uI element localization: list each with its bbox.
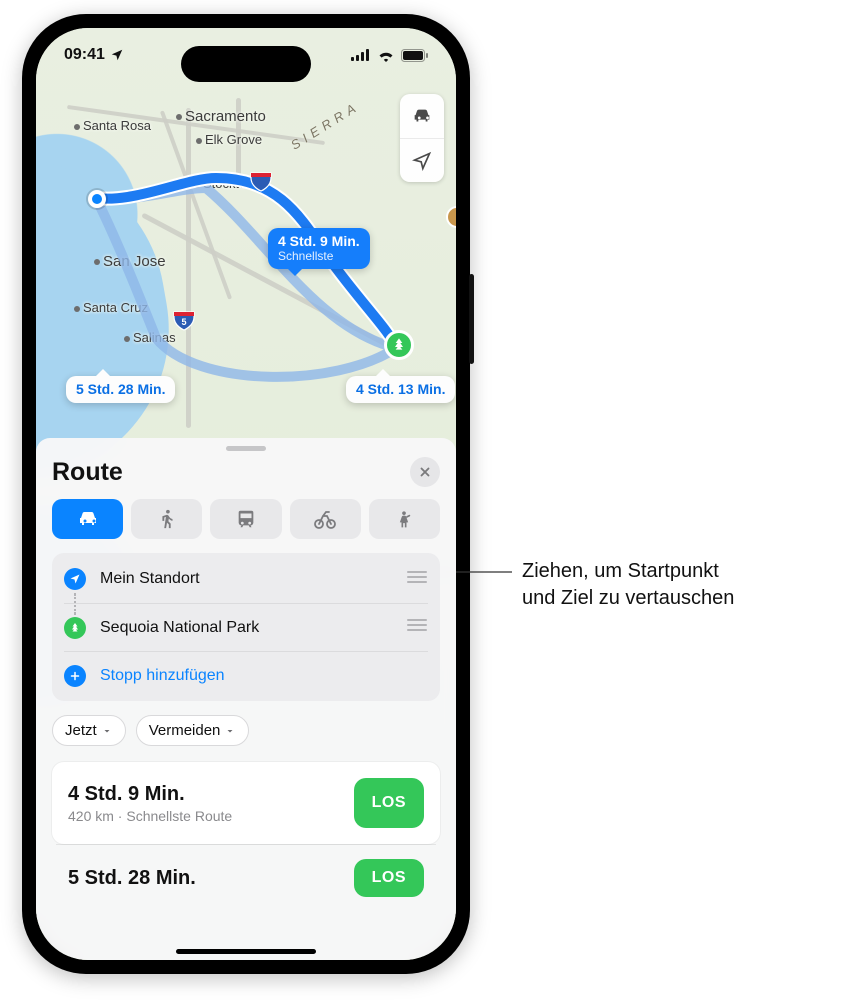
go-button[interactable]: LOS <box>354 859 424 897</box>
drag-handle-icon <box>406 570 428 584</box>
mode-transit[interactable] <box>210 499 281 539</box>
stop-destination-row[interactable]: Sequoia National Park <box>64 603 428 651</box>
route-options-row: Jetzt Vermeiden <box>52 715 440 746</box>
drag-handle-icon <box>406 618 428 632</box>
add-stop-label: Stopp hinzufügen <box>100 667 225 685</box>
svg-text:5: 5 <box>181 317 186 327</box>
route-result-1[interactable]: 4 Std. 9 Min. 420 km · Schnellste Route … <box>52 762 440 844</box>
locate-me-button[interactable] <box>400 138 444 182</box>
transit-icon <box>235 508 257 530</box>
my-location-icon <box>64 568 86 590</box>
status-time: 09:41 <box>64 46 105 64</box>
mode-walk[interactable] <box>131 499 202 539</box>
directions-sheet: Route Mein Standort <box>36 438 456 960</box>
sheet-grabber[interactable] <box>226 446 266 451</box>
route-start-marker <box>88 190 106 208</box>
transport-mode-selector <box>52 499 440 539</box>
route-tip-alt2[interactable]: 4 Std. 13 Min. <box>346 376 455 403</box>
mode-drive[interactable] <box>52 499 123 539</box>
result-meta: 420 km · Schnellste Route <box>68 808 232 824</box>
sheet-title: Route <box>52 458 123 487</box>
destination-icon <box>64 617 86 639</box>
rideshare-icon <box>394 508 414 530</box>
go-button[interactable]: LOS <box>354 778 424 828</box>
dynamic-island <box>181 46 311 82</box>
leave-now-pill[interactable]: Jetzt <box>52 715 126 746</box>
callout-text: Ziehen, um Startpunkt und Ziel zu vertau… <box>522 558 734 612</box>
chevron-down-icon <box>101 725 113 737</box>
car-icon <box>411 105 433 127</box>
close-icon <box>418 465 432 479</box>
add-stop-row[interactable]: Stopp hinzufügen <box>64 651 428 699</box>
add-stop-icon <box>64 665 86 687</box>
screen: 09:41 SIERRA Santa Rosa Sacramento Elk G… <box>36 28 456 960</box>
stop-origin-label: Mein Standort <box>100 570 200 588</box>
location-services-icon <box>110 48 124 62</box>
route-results: 4 Std. 9 Min. 420 km · Schnellste Route … <box>52 762 440 897</box>
reorder-handle-origin[interactable] <box>406 570 428 589</box>
avoid-pill[interactable]: Vermeiden <box>136 715 250 746</box>
stop-destination-label: Sequoia National Park <box>100 619 259 637</box>
location-arrow-icon <box>412 151 432 171</box>
battery-icon <box>401 49 428 62</box>
close-button[interactable] <box>410 457 440 487</box>
bike-icon <box>313 507 337 531</box>
chevron-down-icon <box>224 725 236 737</box>
result-time: 5 Std. 28 Min. <box>68 867 196 890</box>
walk-icon <box>156 508 178 530</box>
stop-origin-row[interactable]: Mein Standort <box>64 555 428 603</box>
transport-mode-button[interactable] <box>400 94 444 138</box>
phone-frame: 09:41 SIERRA Santa Rosa Sacramento Elk G… <box>22 14 470 974</box>
route-tip-alt1[interactable]: 5 Std. 28 Min. <box>66 376 175 403</box>
route-stops-card: Mein Standort Sequoia National Park Stop… <box>52 553 440 701</box>
car-icon <box>76 507 100 531</box>
mode-rideshare[interactable] <box>369 499 440 539</box>
home-indicator[interactable] <box>176 949 316 954</box>
cellular-icon <box>351 49 371 61</box>
reorder-handle-destination[interactable] <box>406 618 428 637</box>
route-result-2[interactable]: 5 Std. 28 Min. LOS <box>52 845 440 897</box>
tree-icon <box>391 337 407 353</box>
mode-cycle[interactable] <box>290 499 361 539</box>
route-tip-primary[interactable]: 4 Std. 9 Min. Schnellste <box>268 228 370 269</box>
result-time: 4 Std. 9 Min. <box>68 783 232 806</box>
map-controls <box>400 94 444 182</box>
route-end-marker <box>384 330 414 360</box>
wifi-icon <box>377 49 395 62</box>
